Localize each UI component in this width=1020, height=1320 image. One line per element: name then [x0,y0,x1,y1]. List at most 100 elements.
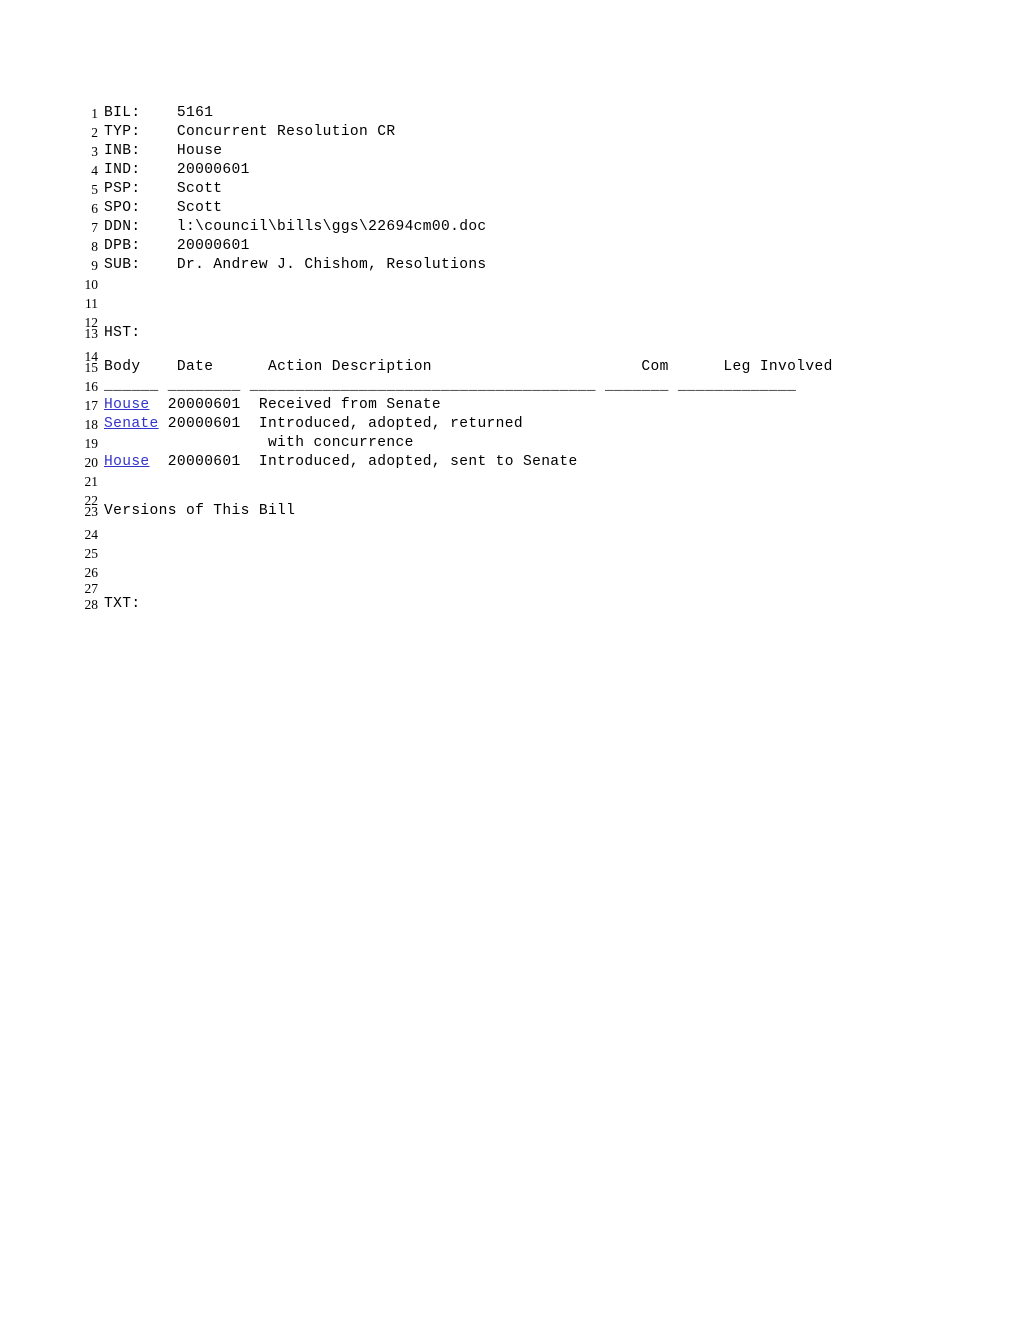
line-number: 8 [91,239,98,254]
line-number: 10 [84,277,99,292]
field-row-bil: 1 BIL: 5161 [76,104,956,123]
field-value-bil: 5161 [176,105,214,121]
line-number: 16 [84,379,99,394]
field-ind: IND: 20000601 [104,161,250,180]
field-label-ind: IND: [104,162,141,178]
field-bil: BIL: 5161 [104,104,213,123]
blank-line-10: 10 [76,275,956,294]
history-table-header: Body Date Action Description Com Leg Inv… [104,358,833,377]
body-link-house[interactable]: House [104,454,150,470]
history-table-separator: ______ ________ ________________________… [104,377,796,396]
field-label-typ: TYP: [104,124,141,140]
separator-action: ______________________________________ [249,378,596,394]
field-value-psp: Scott [176,181,223,197]
row-date: 20000601 [167,454,241,470]
blank-line-24: 24 [76,525,956,544]
table-row-continuation: 19 with concurrence [76,434,956,453]
field-label-dpb: DPB: [104,238,141,254]
txt-label: TXT: [104,596,141,612]
table-row: 17 House 20000601 Received from Senate [76,396,956,415]
versions-heading: Versions of This Bill [104,503,296,519]
field-value-typ: Concurrent Resolution CR [176,124,396,140]
field-label-sub: SUB: [104,257,141,273]
line-number: 5 [91,182,98,197]
field-psp: PSP: Scott [104,180,222,199]
field-label-psp: PSP: [104,181,141,197]
column-header-date: Date [176,359,214,375]
separator-leg: _____________ [677,378,797,394]
field-value-sub: Dr. Andrew J. Chishom, Resolutions [176,257,487,273]
line-number: 19 [84,436,99,451]
body-link-house[interactable]: House [104,397,150,413]
field-row-ind: 4 IND: 20000601 [76,161,956,180]
field-label-spo: SPO: [104,200,141,216]
field-spo: SPO: Scott [104,199,222,218]
row-date: 20000601 [167,416,241,432]
line-number: 13 [84,326,99,341]
table-row: 20 House 20000601 Introduced, adopted, s… [76,453,956,472]
line-number: 3 [91,144,98,159]
field-row-psp: 5 PSP: Scott [76,180,956,199]
line-number: 18 [84,417,99,432]
field-row-dpb: 8 DPB: 20000601 [76,237,956,256]
blank-line-25: 25 [76,544,956,563]
line-number: 2 [91,125,98,140]
field-row-typ: 2 TYP: Concurrent Resolution CR [76,123,956,142]
field-sub: SUB: Dr. Andrew J. Chishom, Resolutions [104,256,487,275]
blank-line-14: 14 [76,347,956,364]
history-row-17: House 20000601 Received from Senate [104,396,441,415]
line-number: 9 [91,258,98,273]
field-typ: TYP: Concurrent Resolution CR [104,123,395,142]
line-number: 20 [84,455,99,470]
history-table-separator-row: 16 ______ ________ _____________________… [76,377,956,396]
column-header-leg: Leg Involved [723,359,833,375]
history-row-19: with concurrence [104,434,414,453]
line-number: 4 [91,163,98,178]
body-link-senate[interactable]: Senate [104,416,159,432]
field-label-bil: BIL: [104,105,141,121]
blank-line-11: 11 [76,294,956,313]
field-row-spo: 6 SPO: Scott [76,199,956,218]
separator-date: ________ [167,378,241,394]
field-row-sub: 9 SUB: Dr. Andrew J. Chishom, Resolution… [76,256,956,275]
document-page: 1 BIL: 5161 2 TYP: Concurrent Resolution… [0,0,1020,1320]
history-table-header-row: 15 Body Date Action Description Com Leg … [76,358,956,377]
line-number: 28 [84,597,99,612]
row-action: Received from Senate [258,397,442,413]
versions-heading-row: 23 Versions of This Bill [76,502,956,525]
txt-section-row: 28 TXT: [76,595,956,614]
table-row: 18 Senate 20000601 Introduced, adopted, … [76,415,956,434]
line-number: 23 [84,504,99,519]
hst-section-row: 13 HST: [76,324,956,347]
row-action: Introduced, adopted, returned [258,416,523,432]
field-label-inb: INB: [104,143,141,159]
field-row-inb: 3 INB: House [76,142,956,161]
field-value-spo: Scott [176,200,223,216]
blank-line-12: 12 [76,313,956,330]
blank-line-27: 27 [76,579,956,596]
field-value-ddn: l:\council\bills\ggs\22694cm00.doc [176,219,487,235]
history-row-20: House 20000601 Introduced, adopted, sent… [104,453,578,472]
line-number: 21 [84,474,99,489]
blank-line-22: 22 [76,491,956,508]
hst-label: HST: [104,325,141,341]
field-value-inb: House [176,143,223,159]
separator-com: _______ [604,378,669,394]
